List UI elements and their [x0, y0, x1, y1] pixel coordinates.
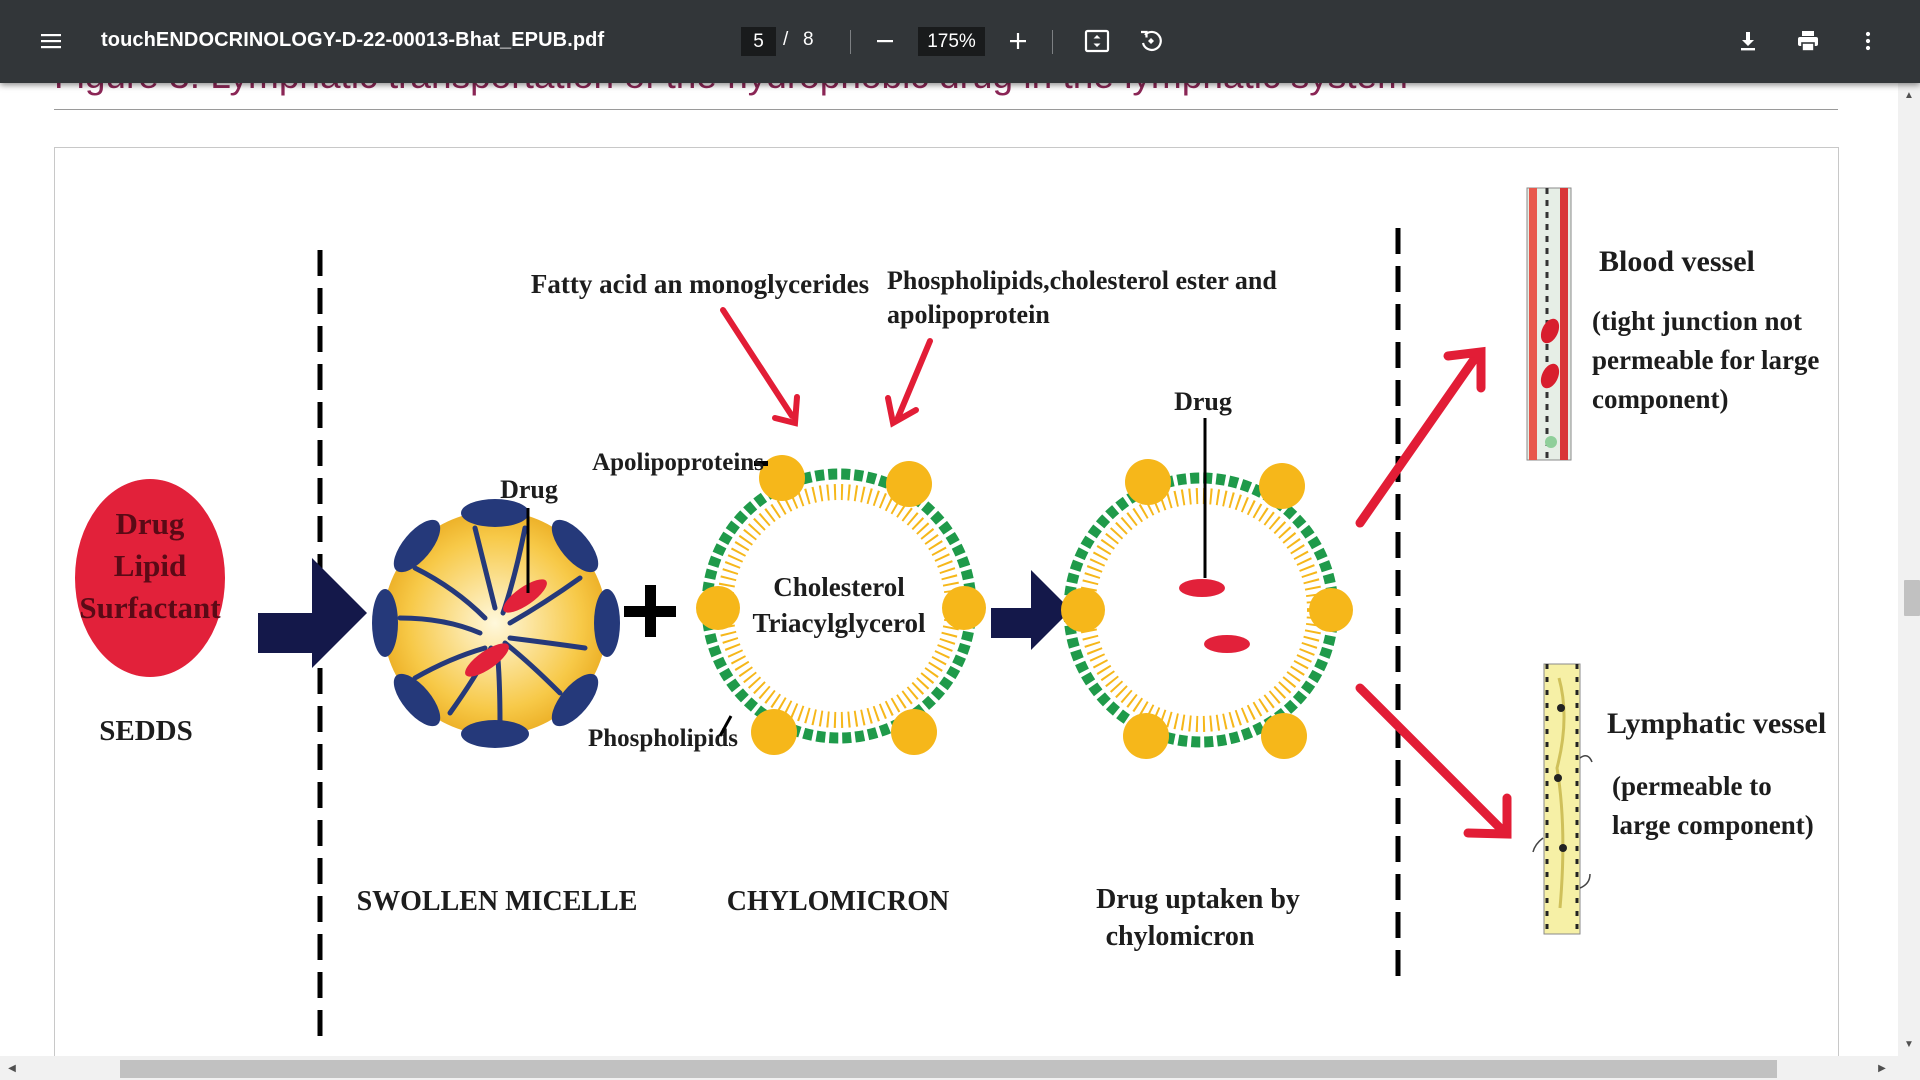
phospholipids-top-label-1: Phospholipids,cholesterol ester and [887, 266, 1277, 295]
arrow-chylomicron-to-drug [991, 570, 1071, 650]
drug-uptaken-label-2: chylomicron [1106, 921, 1255, 952]
figure-title: Figure 3: Lymphatic transportation of th… [54, 83, 1408, 97]
core-label-cholesterol: Cholesterol [773, 572, 905, 602]
horizontal-scroll-thumb[interactable] [120, 1060, 1777, 1078]
core-label-triacylglycerol: Triacylglycerol [753, 608, 926, 638]
lymph-note-2: large component) [1612, 810, 1814, 840]
sedds-label-lipid: Lipid [114, 548, 186, 583]
blood-note-3: component) [1592, 384, 1729, 414]
print-icon[interactable] [1788, 21, 1828, 61]
toolbar-divider [1052, 30, 1053, 54]
lymphatic-vessel-label: Lymphatic vessel [1607, 707, 1826, 740]
scroll-down-icon[interactable]: ▼ [1901, 1036, 1917, 1052]
scroll-left-icon[interactable]: ◀ [4, 1060, 20, 1076]
vertical-scrollbar[interactable]: ▲ ▼ [1898, 83, 1920, 1056]
plus-sign-v [645, 585, 656, 637]
red-arrows-to-vessels [1355, 346, 1512, 839]
title-divider [54, 109, 1838, 110]
drug-micelle-label: Drug [500, 475, 558, 504]
document-title: touchENDOCRINOLOGY-D-22-00013-Bhat_EPUB.… [101, 29, 605, 51]
swollen-micelle [372, 499, 620, 748]
sedds-label: SEDDS [99, 715, 193, 747]
arrow-sedds-to-micelle [258, 558, 367, 668]
menu-icon[interactable] [31, 21, 71, 61]
blood-vessel-illustration [1526, 187, 1572, 461]
page-total: 8 [803, 29, 814, 50]
page-separator: / [783, 29, 789, 50]
fatty-acid-label: Fatty acid an monoglycerides [531, 269, 869, 299]
toolbar-divider [850, 30, 851, 54]
rotate-icon[interactable] [1131, 21, 1171, 61]
pdf-page-viewer[interactable]: Figure 3: Lymphatic transportation of th… [0, 83, 1898, 1056]
drug-chylomicron [1061, 459, 1353, 759]
drug-uptaken-label-1: Drug uptaken by [1096, 884, 1300, 915]
chylomicron-label: CHYLOMICRON [727, 886, 949, 917]
pdf-toolbar: touchENDOCRINOLOGY-D-22-00013-Bhat_EPUB.… [0, 0, 1920, 83]
download-icon[interactable] [1728, 21, 1768, 61]
fit-page-icon[interactable] [1077, 21, 1117, 61]
horizontal-scrollbar[interactable]: ◀ ▶ [0, 1056, 1920, 1080]
figure-svg: Drug Lipid Surfactant SEDDS Drug SWOLLEN… [75, 187, 1826, 1043]
scroll-up-icon[interactable]: ▲ [1901, 87, 1917, 103]
scroll-right-icon[interactable]: ▶ [1874, 1060, 1890, 1076]
drug-chylo-label: Drug [1174, 387, 1232, 416]
phospholipids-label: Phospholipids [588, 725, 738, 752]
zoom-in-icon[interactable] [998, 21, 1038, 61]
page-number-input[interactable]: 5 [741, 27, 776, 56]
zoom-out-icon[interactable] [865, 21, 905, 61]
lymphatic-vessel-illustration [1532, 663, 1593, 935]
swollen-micelle-label: SWOLLEN MICELLE [357, 886, 638, 917]
sedds-label-surfactant: Surfactant [79, 590, 221, 625]
zoom-level-input[interactable]: 175% [918, 27, 985, 56]
phospholipids-top-label-2: apolipoprotein [887, 300, 1050, 329]
more-vert-icon[interactable] [1848, 21, 1888, 61]
chylomicron [696, 455, 986, 755]
lymph-note-1: (permeable to [1612, 771, 1772, 801]
blood-note-1: (tight junction not [1592, 306, 1802, 336]
figure-lymphatic-transport: Drug Lipid Surfactant SEDDS Drug SWOLLEN… [54, 147, 1839, 1056]
blood-vessel-label: Blood vessel [1599, 245, 1755, 278]
apolipoproteins-label: Apolipoproteins [592, 449, 764, 476]
sedds-label-drug: Drug [116, 506, 185, 541]
vertical-scroll-thumb[interactable] [1904, 580, 1920, 616]
blood-note-2: permeable for large [1592, 345, 1819, 375]
